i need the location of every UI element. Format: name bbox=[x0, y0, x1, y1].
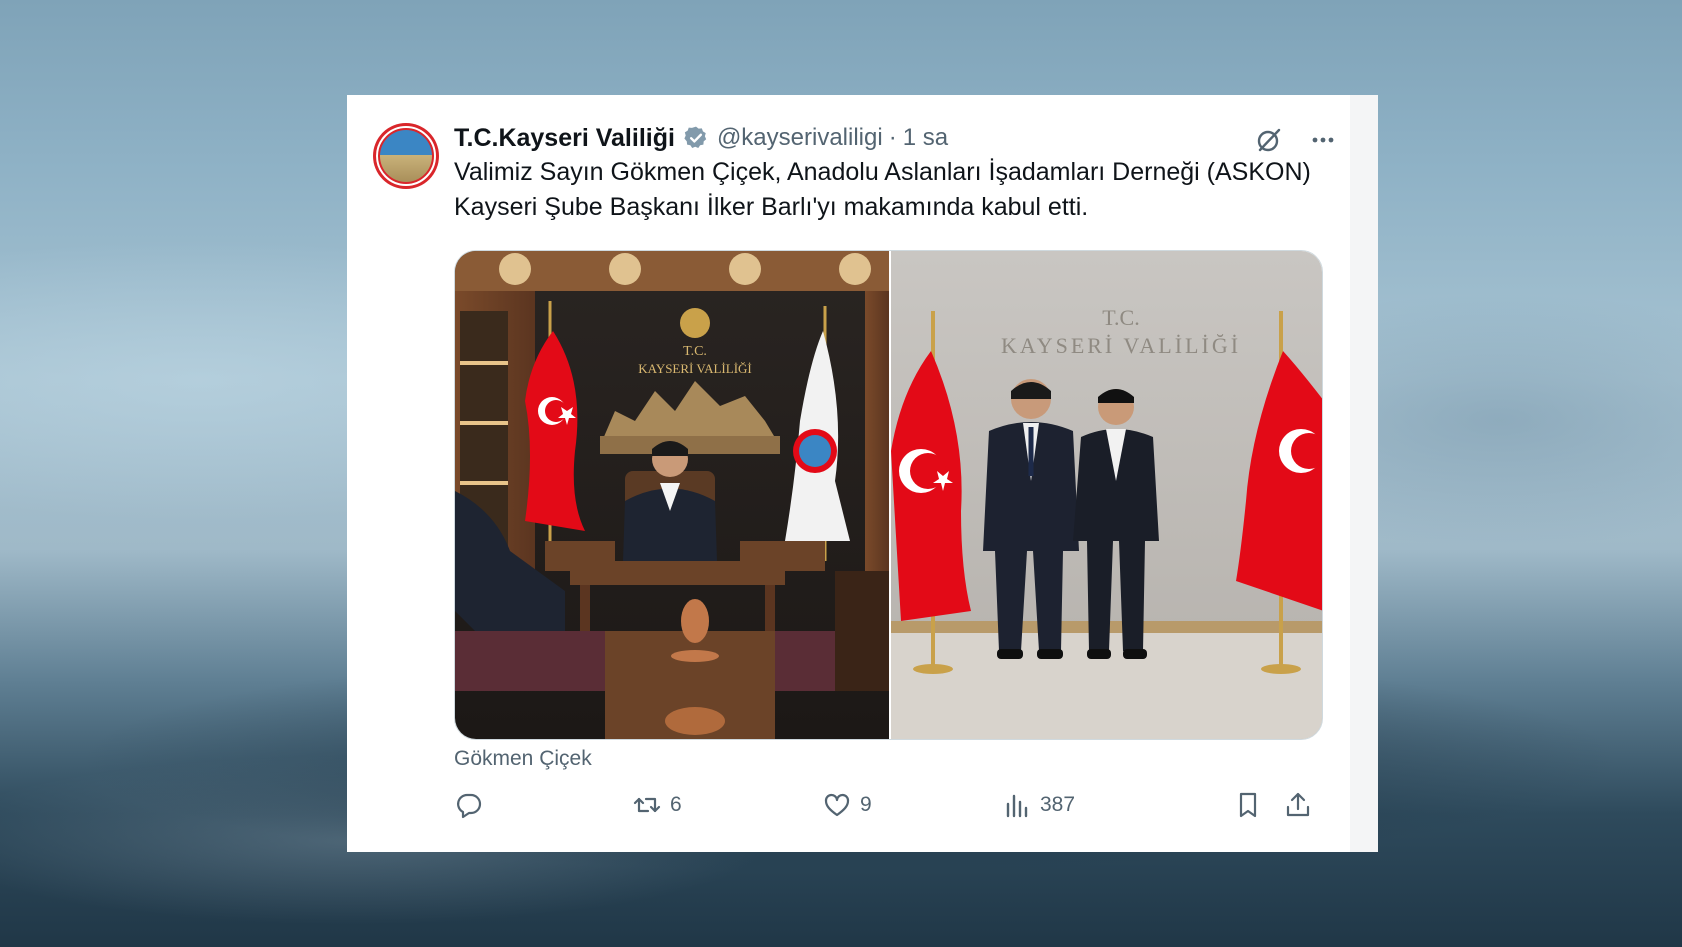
share-icon bbox=[1286, 792, 1310, 817]
bookmark-icon bbox=[1239, 792, 1257, 818]
retweet-icon bbox=[633, 797, 661, 813]
office-photo-image: T.C. KAYSERİ VALİLİĞİ bbox=[455, 251, 889, 739]
heart-icon bbox=[824, 793, 850, 817]
tweet-actions: 6 9 387 bbox=[454, 785, 1321, 825]
views-chart-icon bbox=[1006, 794, 1028, 818]
like-count: 9 bbox=[860, 793, 872, 816]
tweet-card: T.C.Kayseri Valiliği @kayserivaliligi · … bbox=[347, 95, 1378, 852]
standing-photo-image: T.C. KAYSERİ VALİLİĞİ bbox=[891, 251, 1322, 739]
photo-office-meeting[interactable]: T.C. KAYSERİ VALİLİĞİ bbox=[455, 251, 891, 739]
photo-two-men[interactable]: T.C. KAYSERİ VALİLİĞİ bbox=[891, 251, 1322, 739]
retweet-button[interactable]: 6 bbox=[632, 785, 682, 825]
verified-badge-icon bbox=[684, 126, 707, 148]
sign-name-right: KAYSERİ VALİLİĞİ bbox=[1001, 333, 1241, 358]
bookmark-button[interactable] bbox=[1233, 785, 1263, 825]
sign-name-left: KAYSERİ VALİLİĞİ bbox=[638, 361, 752, 376]
views-button[interactable]: 387 bbox=[1002, 785, 1075, 825]
timestamp[interactable]: 1 sa bbox=[903, 124, 948, 152]
tweet-text: Valimiz Sayın Gökmen Çiçek, Anadolu Asla… bbox=[454, 158, 1311, 221]
like-button[interactable]: 9 bbox=[822, 785, 872, 825]
retweet-count: 6 bbox=[670, 793, 682, 816]
tweet-header: T.C.Kayseri Valiliği @kayserivaliligi · … bbox=[454, 121, 1330, 155]
reply-icon bbox=[457, 793, 482, 819]
more-dots-icon[interactable] bbox=[1308, 125, 1338, 155]
separator-dot: · bbox=[888, 124, 897, 151]
handle[interactable]: @kayserivaliligi bbox=[717, 124, 883, 152]
tagged-person[interactable]: Gökmen Çiçek bbox=[454, 747, 592, 771]
share-button[interactable] bbox=[1283, 785, 1313, 825]
tweet-media[interactable]: T.C. KAYSERİ VALİLİĞİ T.C. KAYSERİ VALİL… bbox=[454, 250, 1323, 740]
grok-icon[interactable] bbox=[1254, 125, 1284, 155]
views-count: 387 bbox=[1040, 793, 1076, 816]
reply-button[interactable] bbox=[454, 785, 492, 825]
sign-tc-right: T.C. bbox=[1102, 305, 1139, 330]
sign-tc-left: T.C. bbox=[683, 344, 707, 359]
display-name[interactable]: T.C.Kayseri Valiliği bbox=[454, 124, 675, 153]
avatar[interactable] bbox=[373, 123, 439, 189]
